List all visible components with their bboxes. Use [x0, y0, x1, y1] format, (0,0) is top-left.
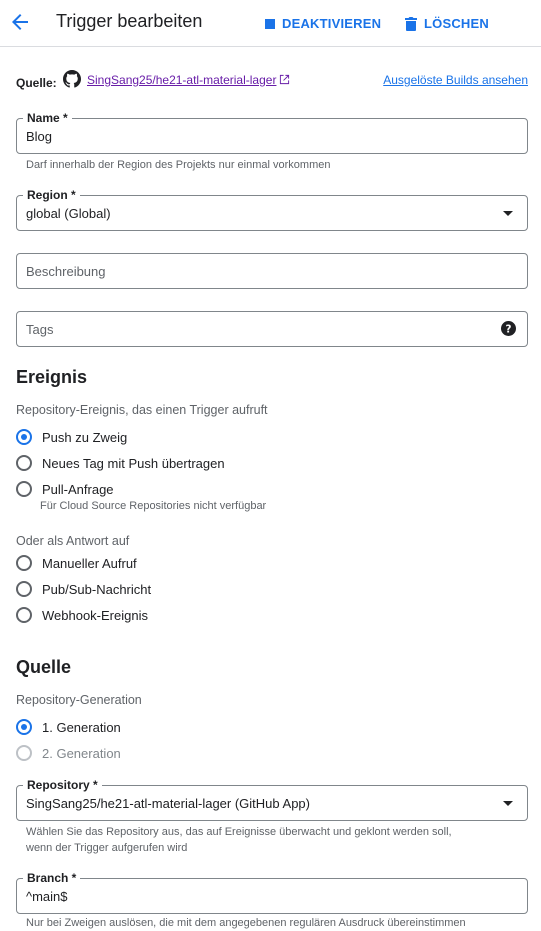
description-field[interactable]: Beschreibung [16, 253, 528, 289]
radio-gen-1[interactable]: 1. Generation [16, 718, 121, 736]
repository-field-label: Repository * [23, 778, 102, 792]
name-field-label: Name * [23, 111, 72, 125]
radio-label: 2. Generation [42, 745, 121, 761]
repository-select[interactable]: Repository * SingSang25/he21-atl-materia… [16, 778, 528, 821]
repo-link[interactable]: SingSang25/he21-atl-material-lager [87, 73, 276, 87]
page-title: Trigger bearbeiten [56, 11, 203, 31]
radio-unchecked-icon[interactable] [16, 607, 32, 623]
name-field-value[interactable]: Blog [26, 129, 52, 144]
radio-label: Neues Tag mit Push übertragen [42, 455, 225, 471]
dropdown-arrow-icon [503, 211, 513, 216]
event-subtitle: Repository-Ereignis, das einen Trigger a… [16, 403, 268, 417]
svg-text:?: ? [506, 323, 512, 335]
pull-request-note: Für Cloud Source Repositories nicht verf… [40, 500, 267, 512]
radio-unchecked-icon[interactable] [16, 455, 32, 471]
radio-label: Pull-Anfrage [42, 481, 114, 497]
branch-field-value[interactable]: ^main$ [26, 889, 68, 904]
event-section-title: Ereignis [16, 367, 88, 387]
tags-field[interactable]: Tags ? [16, 311, 528, 347]
deactivate-label: DEAKTIVIEREN [282, 16, 382, 31]
region-field-value: global (Global) [26, 206, 111, 221]
repository-hint-2: wenn der Trigger aufgerufen wird [26, 842, 188, 854]
alt-subtitle: Oder als Antwort auf [16, 534, 130, 548]
radio-push-to-branch[interactable]: Push zu Zweig [16, 428, 127, 446]
app-header: Trigger bearbeiten DEAKTIVIEREN LÖSCHEN [0, 0, 541, 47]
branch-field[interactable]: Branch * ^main$ [16, 871, 528, 914]
source-row: Quelle: SingSang25/he21-atl-material-lag… [16, 70, 528, 90]
dropdown-arrow-icon [503, 801, 513, 806]
radio-label: Webhook-Ereignis [42, 607, 148, 623]
back-arrow-icon[interactable] [8, 10, 32, 34]
branch-field-label: Branch * [23, 871, 81, 885]
generation-subtitle: Repository-Generation [16, 693, 142, 707]
radio-gen-2: 2. Generation [16, 744, 121, 762]
radio-label: Push zu Zweig [42, 429, 128, 445]
radio-label: Pub/Sub-Nachricht [42, 581, 152, 597]
radio-unchecked-icon[interactable] [16, 555, 32, 571]
repository-hint-1: Wählen Sie das Repository aus, das auf E… [26, 826, 452, 838]
radio-new-tag[interactable]: Neues Tag mit Push übertragen [16, 454, 225, 472]
radio-unchecked-icon[interactable] [16, 481, 32, 497]
radio-checked-icon[interactable] [16, 719, 32, 735]
branch-hint: Nur bei Zweigen auslösen, die mit dem an… [26, 917, 466, 929]
radio-manual-invocation[interactable]: Manueller Aufruf [16, 554, 137, 572]
description-placeholder: Beschreibung [26, 264, 106, 279]
radio-unchecked-icon[interactable] [16, 581, 32, 597]
radio-disabled-icon [16, 745, 32, 761]
delete-label: LÖSCHEN [424, 16, 489, 31]
radio-webhook-event[interactable]: Webhook-Ereignis [16, 606, 148, 624]
source-label: Quelle: [16, 76, 57, 90]
delete-button[interactable]: LÖSCHEN [405, 16, 489, 31]
source-section-title: Quelle [16, 657, 72, 677]
trash-icon [405, 16, 417, 31]
radio-label: 1. Generation [42, 719, 121, 735]
radio-pull-request[interactable]: Pull-Anfrage [16, 480, 114, 498]
github-icon [63, 70, 81, 91]
region-field-label: Region * [23, 188, 80, 202]
radio-pubsub-message[interactable]: Pub/Sub-Nachricht [16, 580, 151, 598]
radio-label: Manueller Aufruf [42, 555, 137, 571]
region-select[interactable]: Region * global (Global) [16, 188, 528, 231]
tags-placeholder: Tags [26, 322, 54, 337]
external-link-icon[interactable] [279, 74, 290, 88]
repository-field-value: SingSang25/he21-atl-material-lager (GitH… [26, 796, 310, 811]
name-field[interactable]: Name * Blog [16, 111, 528, 154]
radio-checked-icon[interactable] [16, 429, 32, 445]
help-icon[interactable]: ? [501, 321, 516, 341]
name-hint: Darf innerhalb der Region des Projekts n… [26, 159, 331, 171]
triggered-builds-link[interactable]: Ausgelöste Builds ansehen [383, 73, 528, 87]
deactivate-button[interactable]: DEAKTIVIEREN [265, 16, 381, 31]
stop-icon [265, 18, 275, 29]
